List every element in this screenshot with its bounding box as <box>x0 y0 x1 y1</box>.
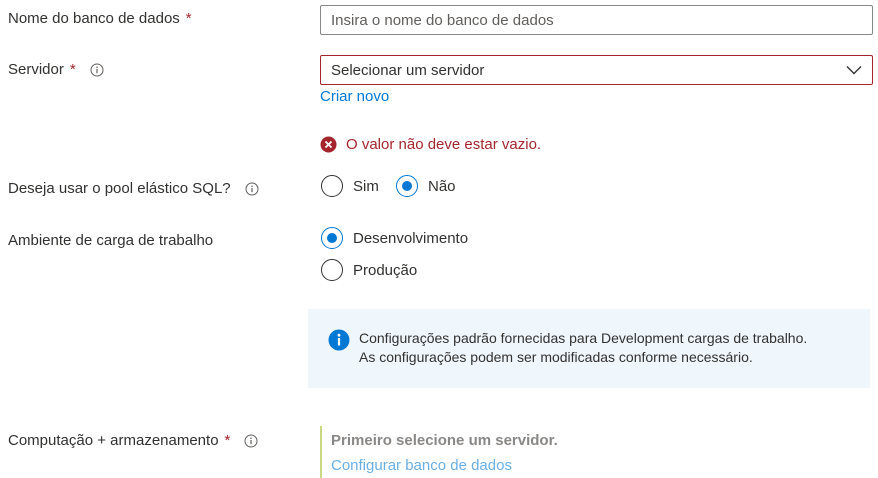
info-icon[interactable] <box>244 434 258 448</box>
error-icon <box>320 136 337 153</box>
radio-development-label: Desenvolvimento <box>353 229 469 247</box>
server-select[interactable]: Selecionar um servidor <box>320 55 873 85</box>
workload-label: Ambiente de carga de trabalho <box>8 232 213 249</box>
elastic-pool-label-text: Deseja usar o pool elástico SQL? <box>8 180 231 197</box>
info-banner-line-2: As configurações podem ser modificadas c… <box>359 349 753 365</box>
elastic-pool-option-nao[interactable]: Não <box>396 175 456 197</box>
radio-sim-label: Sim <box>353 177 379 195</box>
required-asterisk: * <box>224 432 231 449</box>
database-name-placeholder: Insira o nome do banco de dados <box>331 11 554 29</box>
create-new-server-link[interactable]: Criar novo <box>320 88 389 105</box>
radio-nao[interactable] <box>396 175 418 197</box>
radio-production-label: Produção <box>353 261 418 279</box>
info-banner-text: Configurações padrão fornecidas para Dev… <box>359 329 807 367</box>
compute-message: Primeiro selecione um servidor. <box>331 432 558 449</box>
server-error-message: O valor não deve estar vazio. <box>320 136 541 153</box>
radio-nao-label: Não <box>428 177 456 195</box>
required-asterisk: * <box>185 10 192 27</box>
database-name-input[interactable]: Insira o nome do banco de dados <box>320 5 873 35</box>
compute-panel: Primeiro selecione um servidor. Configur… <box>320 426 558 478</box>
server-select-value: Selecionar um servidor <box>331 61 485 79</box>
info-banner-line-1: Configurações padrão fornecidas para Dev… <box>359 330 808 346</box>
server-label: Servidor * <box>8 61 104 78</box>
configure-database-link[interactable]: Configurar banco de dados <box>331 457 558 474</box>
radio-development[interactable] <box>321 227 343 249</box>
compute-label-text: Computação + armazenamento <box>8 432 219 449</box>
elastic-pool-label: Deseja usar o pool elástico SQL? <box>8 180 259 197</box>
chevron-down-icon <box>846 65 862 75</box>
workload-label-text: Ambiente de carga de trabalho <box>8 232 214 249</box>
elastic-pool-option-sim[interactable]: Sim <box>321 175 379 197</box>
required-asterisk: * <box>69 61 76 78</box>
workload-option-production[interactable]: Produção <box>321 259 417 281</box>
server-error-text: O valor não deve estar vazio. <box>346 136 542 153</box>
database-name-label: Nome do banco de dados * <box>8 10 192 27</box>
database-name-label-text: Nome do banco de dados <box>8 10 180 27</box>
workload-option-development[interactable]: Desenvolvimento <box>321 227 468 249</box>
info-icon[interactable] <box>90 63 104 77</box>
compute-label: Computação + armazenamento * <box>8 432 258 449</box>
server-label-text: Servidor <box>8 61 64 78</box>
info-icon[interactable] <box>245 182 259 196</box>
info-banner: Configurações padrão fornecidas para Dev… <box>308 309 870 388</box>
radio-production[interactable] <box>321 259 343 281</box>
info-filled-icon <box>328 329 350 351</box>
radio-sim[interactable] <box>321 175 343 197</box>
